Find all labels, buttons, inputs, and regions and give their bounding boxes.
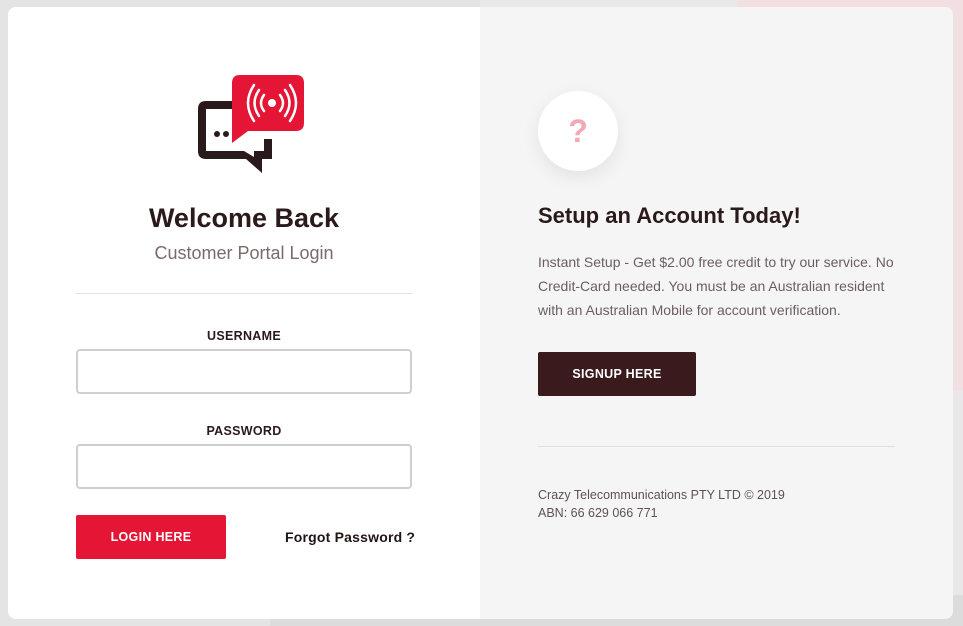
password-label: PASSWORD bbox=[206, 424, 282, 438]
login-button[interactable]: LOGIN HERE bbox=[76, 515, 226, 559]
login-card: Welcome Back Customer Portal Login USERN… bbox=[8, 7, 953, 619]
chat-broadcast-icon bbox=[198, 75, 304, 173]
portal-subtitle: Customer Portal Login bbox=[154, 243, 334, 263]
signup-panel: ? Setup an Account Today! Instant Setup … bbox=[480, 7, 953, 619]
divider bbox=[538, 446, 895, 447]
password-input[interactable] bbox=[76, 444, 412, 489]
username-label: USERNAME bbox=[207, 329, 281, 343]
welcome-title: Welcome Back bbox=[148, 203, 340, 233]
username-input[interactable] bbox=[76, 349, 412, 394]
setup-description: Instant Setup - Get $2.00 free credit to… bbox=[538, 254, 894, 318]
question-icon: ? bbox=[538, 91, 618, 171]
forgot-password-link[interactable]: Forgot Password ? bbox=[285, 529, 415, 545]
login-panel: Welcome Back Customer Portal Login USERN… bbox=[8, 7, 480, 619]
divider bbox=[76, 293, 412, 294]
signup-button[interactable]: SIGNUP HERE bbox=[538, 352, 696, 396]
setup-title: Setup an Account Today! bbox=[538, 203, 801, 228]
footer-abn: ABN: 66 629 066 771 bbox=[538, 506, 658, 520]
question-mark-glyph: ? bbox=[568, 112, 588, 149]
footer-company: Crazy Telecommunications PTY LTD © 2019 bbox=[538, 488, 785, 502]
